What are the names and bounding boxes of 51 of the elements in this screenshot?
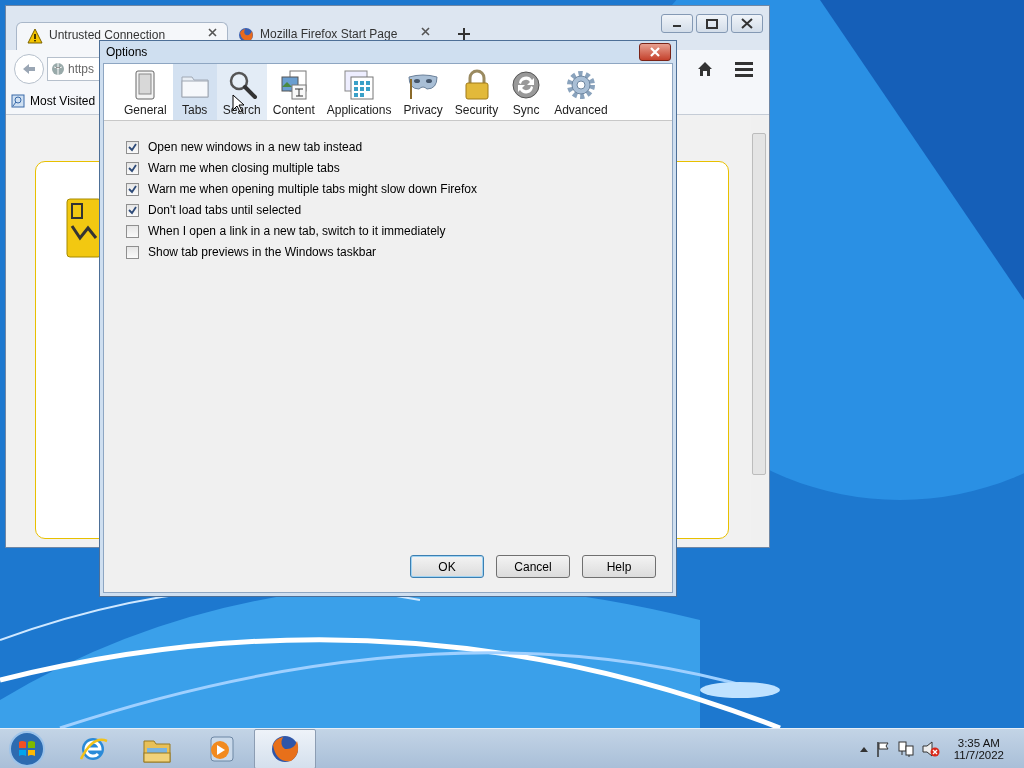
checkbox-label: Warn me when closing multiple tabs [148,161,340,175]
gear-icon [564,69,597,101]
checkbox-label: Show tab previews in the Windows taskbar [148,245,377,259]
warning-sign-icon [66,198,102,258]
pane-tab[interactable]: General [118,64,173,120]
pane-tab[interactable]: Content [266,64,321,120]
checkbox-label: Open new windows in a new tab instead [148,140,363,154]
checkbox[interactable] [126,245,139,259]
close-button[interactable] [731,14,763,33]
checkbox[interactable] [126,224,139,238]
home-icon[interactable] [697,61,713,77]
close-button[interactable] [639,43,671,61]
pane-tab[interactable]: Advanced [548,64,614,120]
checkbox[interactable] [126,182,139,196]
tab-title: Untrusted Connection [49,28,166,42]
maximize-button[interactable] [696,14,728,33]
checkbox[interactable] [126,203,139,217]
checkbox[interactable] [126,161,139,175]
new-tab-icon[interactable] [458,28,470,40]
flag-icon[interactable] [875,740,890,757]
menu-icon[interactable] [735,61,753,77]
dialog-button[interactable]: Cancel [496,555,570,578]
close-icon[interactable] [739,18,755,29]
pane-tab[interactable]: Privacy [397,64,449,120]
close-icon[interactable] [208,28,217,37]
checkbox-label: Don't load tabs until selected [148,203,302,217]
network-icon[interactable] [897,740,914,757]
checkbox-label: Warn me when opening multiple tabs might slow down Firefox [148,182,478,196]
dialog-button[interactable]: Help [582,555,656,578]
bookmark-item[interactable]: Most Visited [11,94,96,108]
pane-tab[interactable]: Tabs [172,64,217,120]
warning-icon [27,28,43,44]
start-button[interactable] [8,729,46,768]
globe-icon [51,62,65,76]
checkbox-label: When I open a link in a new tab, switch to it immediately [148,224,446,238]
clock[interactable]: 3:35 AM 11/7/2022 [953,736,1004,761]
dialog-button[interactable]: OK [410,555,484,578]
maximize-icon[interactable] [704,18,720,29]
tab-title: Mozilla Firefox Start Page [260,27,398,41]
show-hidden-icon[interactable] [859,745,868,752]
pane-tab[interactable]: Sync [504,64,549,120]
speaker-muted-icon[interactable] [921,740,940,757]
close-icon[interactable] [421,27,430,36]
pane-tab[interactable]: Applications [320,64,398,120]
sync-icon [510,69,543,101]
checkbox[interactable] [126,140,139,154]
app-window-icon [343,69,376,101]
pane-tab[interactable]: Security [448,64,505,120]
minimize-button[interactable] [661,14,693,33]
search-icon [11,94,25,108]
taskbar-app[interactable] [254,728,316,768]
